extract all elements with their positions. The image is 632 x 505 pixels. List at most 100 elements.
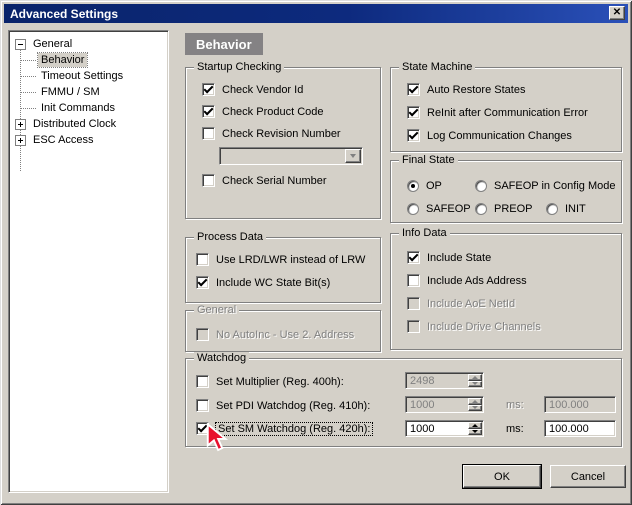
spinner-buttons [468, 374, 482, 387]
set-pdi-watchdog-checkbox[interactable] [196, 399, 209, 412]
checkbox-row-check-product-code: Check Product Code [202, 104, 324, 119]
group-title: Process Data [194, 231, 266, 244]
check-serial-number-checkbox[interactable] [202, 174, 215, 187]
ok-button[interactable]: OK [463, 465, 541, 488]
auto-restore-states-checkbox[interactable] [407, 83, 420, 96]
check-vendor-id-checkbox[interactable] [202, 83, 215, 96]
checkbox-row-use-lrd-lwr: Use LRD/LWR instead of LRW [196, 252, 365, 267]
tree-item-label[interactable]: ESC Access [30, 133, 97, 147]
checkbox-label: Include State [427, 252, 491, 264]
pdi-ms-edit [544, 396, 616, 413]
group-process-data: Process Data Use LRD/LWR instead of LRW … [185, 237, 381, 303]
checkbox-row-include-wc: Include WC State Bit(s) [196, 275, 330, 290]
op-radio[interactable] [407, 180, 419, 192]
group-general: General No AutoInc - Use 2. Address [185, 310, 381, 352]
group-info-data: Info Data Include State Include Ads Addr… [390, 233, 622, 350]
tree-item-fmmu-sm[interactable]: FMMU / SM [20, 84, 168, 100]
checkbox-label: Set SM Watchdog (Reg. 420h): [216, 423, 372, 435]
pdi-watchdog-spinedit [405, 396, 484, 413]
spinner-buttons[interactable] [468, 422, 482, 435]
tree-item-esc-access[interactable]: ESC Access [9, 132, 168, 148]
tree-item-behavior[interactable]: Behavior [20, 52, 168, 68]
group-title: Final State [399, 154, 458, 167]
checkbox-label: Set PDI Watchdog (Reg. 410h): [216, 400, 370, 412]
checkbox-row-include-ads: Include Ads Address [407, 273, 527, 288]
checkbox-row-check-vendor-id: Check Vendor Id [202, 82, 303, 97]
checkbox-row-include-aoe: Include AoE NetId [407, 296, 515, 311]
radio-label: INIT [565, 203, 586, 215]
close-button[interactable]: ✕ [609, 6, 625, 20]
group-final-state: Final State OP SAFEOP in Config Mode SAF… [390, 160, 622, 223]
radio-row-preop: PREOP [475, 201, 533, 216]
mouse-cursor-icon [205, 423, 231, 453]
checkbox-label: Include WC State Bit(s) [216, 277, 330, 289]
include-aoe-netid-checkbox [407, 297, 420, 310]
group-title: General [194, 304, 239, 317]
pdi-ms-label: ms: [506, 397, 524, 412]
cancel-button[interactable]: Cancel [550, 465, 626, 488]
page-title-text: Behavior [196, 37, 252, 52]
check-product-code-checkbox[interactable] [202, 105, 215, 118]
set-multiplier-checkbox[interactable] [196, 375, 209, 388]
use-lrd-lwr-checkbox[interactable] [196, 253, 209, 266]
group-state-machine: State Machine Auto Restore States ReInit… [390, 67, 622, 152]
multiplier-value-input [408, 374, 466, 387]
tree-item-init-commands[interactable]: Init Commands [20, 100, 168, 116]
checkbox-label: Log Communication Changes [427, 130, 572, 142]
tree-item-label[interactable]: FMMU / SM [38, 85, 103, 99]
radio-label: PREOP [494, 203, 533, 215]
init-radio[interactable] [546, 203, 558, 215]
collapse-icon[interactable] [15, 39, 26, 50]
expand-icon[interactable] [15, 119, 26, 130]
safeop-config-mode-radio[interactable] [475, 180, 487, 192]
include-state-checkbox[interactable] [407, 251, 420, 264]
tree-item-label[interactable]: General [30, 37, 75, 51]
sm-ms-value-input[interactable] [547, 422, 613, 435]
spin-down-icon [468, 381, 482, 388]
radio-label: OP [426, 180, 442, 192]
expand-icon[interactable] [15, 135, 26, 146]
log-communication-changes-checkbox[interactable] [407, 129, 420, 142]
tree-item-label[interactable]: Behavior [38, 53, 87, 67]
checkbox-row-auto-restore: Auto Restore States [407, 82, 525, 97]
spin-down-icon [468, 405, 482, 412]
cancel-button-label: Cancel [571, 471, 605, 483]
spin-down-icon[interactable] [468, 429, 482, 436]
tree-item-timeout-settings[interactable]: Timeout Settings [20, 68, 168, 84]
checkbox-row-reinit: ReInit after Communication Error [407, 105, 588, 120]
group-watchdog: Watchdog Set Multiplier (Reg. 400h): Set… [185, 358, 622, 447]
include-ads-address-checkbox[interactable] [407, 274, 420, 287]
window-title: Advanced Settings [10, 7, 118, 21]
safeop-radio[interactable] [407, 203, 419, 215]
checkbox-label: Set Multiplier (Reg. 400h): [216, 376, 344, 388]
checkbox-row-include-state: Include State [407, 250, 491, 265]
tree-item-label[interactable]: Init Commands [38, 101, 118, 115]
checkbox-row-no-autoinc: No AutoInc - Use 2. Address [196, 327, 354, 342]
checkbox-label: Check Product Code [222, 106, 324, 118]
sm-watchdog-spinedit[interactable] [405, 420, 484, 437]
checkbox-label: Check Revision Number [222, 128, 341, 140]
group-title: Startup Checking [194, 61, 284, 74]
tree-item-distributed-clock[interactable]: Distributed Clock [9, 116, 168, 132]
ok-button-label: OK [494, 471, 510, 483]
include-wc-state-bits-checkbox[interactable] [196, 276, 209, 289]
checkbox-label: Check Vendor Id [222, 84, 303, 96]
page-title: Behavior [185, 33, 263, 55]
checkbox-label: Use LRD/LWR instead of LRW [216, 254, 365, 266]
tree-branch-icon [20, 108, 36, 109]
settings-tree: General Behavior Timeout Settings FMMU /… [8, 30, 169, 493]
pdi-ms-value-input [547, 398, 613, 411]
include-drive-channels-checkbox [407, 320, 420, 333]
tree-branch-icon [20, 76, 36, 77]
sm-watchdog-value-input[interactable] [408, 422, 466, 435]
tree-item-label[interactable]: Distributed Clock [30, 117, 119, 131]
tree-item-label[interactable]: Timeout Settings [38, 69, 126, 83]
title-bar: Advanced Settings ✕ [4, 4, 628, 23]
tree-item-general[interactable]: General [9, 36, 168, 52]
checkbox-row-set-pdi-watchdog: Set PDI Watchdog (Reg. 410h): [196, 398, 370, 413]
group-startup-checking: Startup Checking Check Vendor Id Check P… [185, 67, 381, 219]
preop-radio[interactable] [475, 203, 487, 215]
reinit-after-error-checkbox[interactable] [407, 106, 420, 119]
sm-ms-edit[interactable] [544, 420, 616, 437]
check-revision-number-checkbox[interactable] [202, 127, 215, 140]
